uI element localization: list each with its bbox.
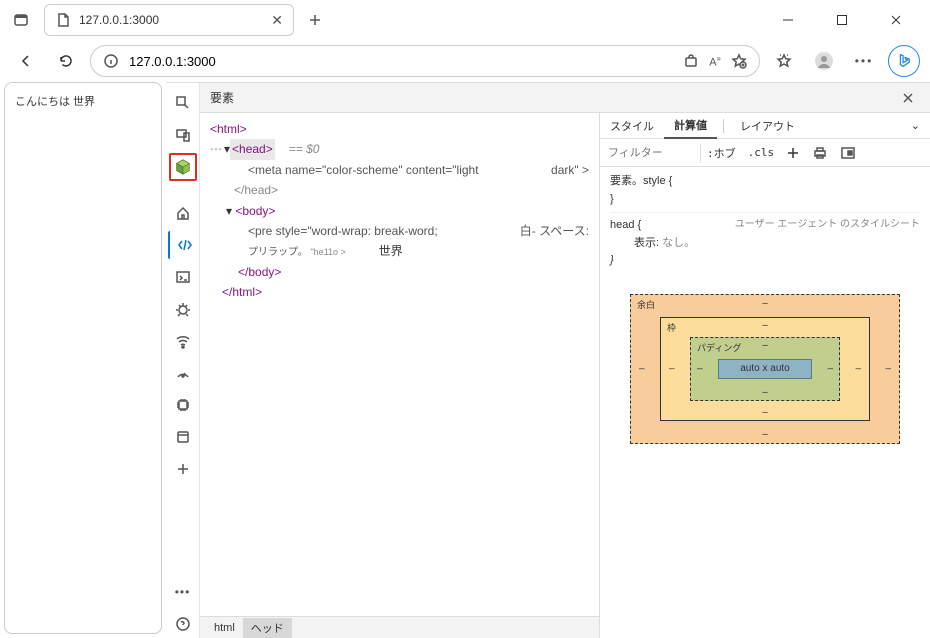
refresh-button[interactable] <box>50 45 82 77</box>
new-tab-button[interactable] <box>300 5 330 35</box>
address-bar[interactable]: A» <box>90 45 760 77</box>
site-info-icon[interactable] <box>103 53 119 69</box>
tab-computed[interactable]: 計算値 <box>664 113 717 139</box>
maximize-button[interactable] <box>828 6 856 34</box>
performance-icon[interactable] <box>169 359 197 387</box>
tab-actions-button[interactable] <box>6 5 36 35</box>
tab-title: 127.0.0.1:3000 <box>79 13 159 27</box>
url-input[interactable] <box>129 54 673 69</box>
box-model-content: auto x auto <box>718 359 812 379</box>
breadcrumb-html[interactable]: html <box>206 620 243 636</box>
tab-styles[interactable]: スタイル <box>600 114 664 138</box>
hov-button[interactable]: :ホブ <box>701 140 742 166</box>
page-icon <box>55 12 71 28</box>
page-hello-text: こんにちは 世界 <box>15 96 95 108</box>
styles-filter-input[interactable] <box>600 140 700 166</box>
memory-icon[interactable] <box>169 391 197 419</box>
close-window-button[interactable] <box>882 6 910 34</box>
debugger-icon[interactable] <box>169 295 197 323</box>
device-emulation-icon[interactable] <box>169 121 197 149</box>
print-icon[interactable] <box>806 140 834 166</box>
more-button[interactable]: ••• <box>848 45 880 77</box>
breadcrumb[interactable]: html ヘッド <box>200 616 599 638</box>
console-icon[interactable] <box>169 263 197 291</box>
overflow-icon[interactable]: ••• <box>169 578 197 606</box>
collections-button[interactable] <box>768 45 800 77</box>
cls-button[interactable]: .cls <box>742 140 781 166</box>
box-model-diagram: 余白 – – – – 枠 – – – – <box>600 276 930 462</box>
back-button[interactable] <box>10 45 42 77</box>
page-viewport: こんにちは 世界 <box>4 82 162 634</box>
tab-layout[interactable]: レイアウト <box>730 114 805 138</box>
application-icon[interactable] <box>169 423 197 451</box>
home-icon[interactable] <box>169 199 197 227</box>
devtools-panel: ••• 要素 <html> ⋯ ▾ <box>166 82 930 638</box>
close-tab-icon[interactable]: ✕ <box>271 12 283 29</box>
computed-toggle-icon[interactable] <box>834 140 862 166</box>
devtools-close-button[interactable] <box>896 86 920 110</box>
more-tools-icon[interactable] <box>169 455 197 483</box>
favorites-icon[interactable] <box>731 53 747 69</box>
chevron-down-icon[interactable]: ⌄ <box>901 119 930 132</box>
profile-button[interactable] <box>808 45 840 77</box>
devtools-panel-title: 要素 <box>210 89 234 106</box>
new-rule-button[interactable] <box>780 140 806 166</box>
bing-button[interactable] <box>888 45 920 77</box>
network-icon[interactable] <box>169 327 197 355</box>
minimize-button[interactable] <box>774 6 802 34</box>
help-icon[interactable] <box>169 610 197 638</box>
inspect-element-icon[interactable] <box>169 89 197 117</box>
read-aloud-icon[interactable]: A» <box>709 54 721 69</box>
styles-rules[interactable]: 要素。style { } head {ユーザー エージェント のスタイルシート … <box>600 167 930 276</box>
welcome-cube-icon[interactable] <box>169 153 197 181</box>
browser-tab[interactable]: 127.0.0.1:3000 ✕ <box>44 4 294 36</box>
shopping-icon[interactable] <box>683 53 699 69</box>
elements-tab-icon[interactable] <box>168 231 198 259</box>
elements-tree[interactable]: <html> ⋯ ▾ <head> == $0 <meta name="colo… <box>200 113 599 616</box>
breadcrumb-head[interactable]: ヘッド <box>243 618 292 638</box>
